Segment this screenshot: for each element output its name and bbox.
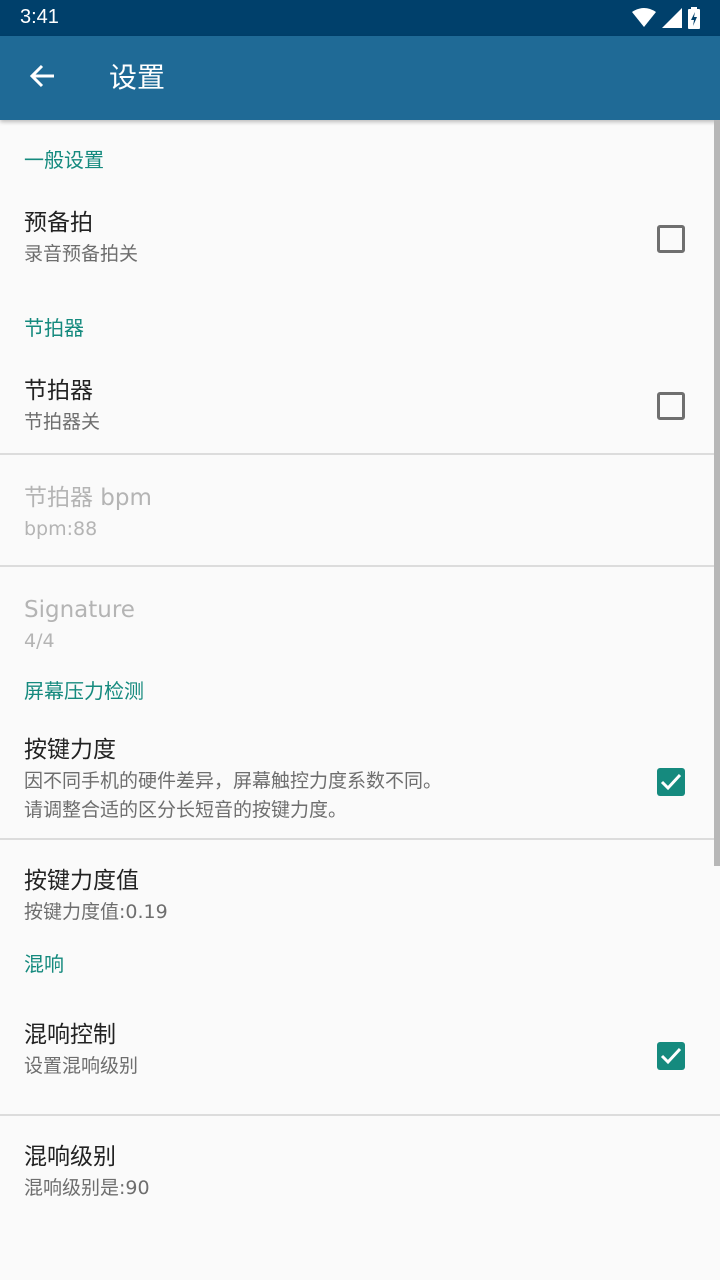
pref-reverb-control[interactable]: 混响控制 设置混响级别 (0, 990, 720, 1114)
pref-signature-summary: 4/4 (24, 630, 55, 652)
pref-reverb-level[interactable]: 混响级别 混响级别是:90 (0, 1116, 720, 1226)
arrow-left-icon (29, 63, 55, 93)
pref-bpm-title: 节拍器 bpm (24, 485, 152, 511)
app-bar: 设置 (0, 36, 720, 120)
pref-key-force-summary-line1: 因不同手机的硬件差异，屏幕触控力度系数不同。 (24, 770, 443, 792)
pref-bpm-summary: bpm:88 (24, 518, 98, 540)
countin-checkbox[interactable] (657, 225, 685, 253)
section-header-pressure: 屏幕压力检测 (24, 679, 144, 703)
pref-key-force[interactable]: 按键力度 因不同手机的硬件差异，屏幕触控力度系数不同。 请调整合适的区分长短音的… (0, 723, 720, 838)
pref-metronome-title: 节拍器 (24, 378, 93, 404)
reverb-control-checkbox[interactable] (657, 1042, 685, 1070)
section-header-reverb: 混响 (24, 952, 64, 976)
section-header-metronome: 节拍器 (24, 316, 84, 340)
pref-metronome[interactable]: 节拍器 节拍器关 (0, 368, 720, 453)
pref-metronome-summary: 节拍器关 (24, 411, 101, 433)
pref-key-force-value[interactable]: 按键力度值 按键力度值:0.19 (0, 840, 720, 950)
page-title: 设置 (109, 61, 166, 94)
pref-reverb-control-title: 混响控制 (24, 1022, 116, 1048)
key-force-checkbox[interactable] (657, 768, 685, 796)
scrollbar[interactable] (714, 120, 720, 866)
wifi-icon (632, 8, 656, 28)
pref-key-force-value-summary: 按键力度值:0.19 (24, 901, 168, 923)
section-header-general: 一般设置 (24, 148, 104, 172)
settings-list[interactable]: 一般设置 预备拍 录音预备拍关 节拍器 节拍器 节拍器关 节拍器 bpm bpm… (0, 120, 720, 1280)
pref-key-force-value-title: 按键力度值 (24, 868, 139, 894)
pref-signature-title: Signature (24, 597, 135, 623)
pref-metronome-bpm[interactable]: 节拍器 bpm bpm:88 (0, 455, 720, 565)
status-icons (632, 7, 700, 29)
pref-key-force-summary-line2: 请调整合适的区分长短音的按键力度。 (24, 799, 348, 821)
pref-countin-title: 预备拍 (24, 210, 93, 236)
pref-signature[interactable]: Signature 4/4 (0, 567, 720, 677)
metronome-checkbox[interactable] (657, 392, 685, 420)
pref-reverb-level-title: 混响级别 (24, 1144, 116, 1170)
pref-countin[interactable]: 预备拍 录音预备拍关 (0, 200, 720, 288)
cell-signal-icon (662, 8, 682, 28)
back-button[interactable] (22, 58, 62, 98)
battery-charging-icon (688, 7, 700, 29)
pref-reverb-level-summary: 混响级别是:90 (24, 1177, 150, 1199)
pref-reverb-control-summary: 设置混响级别 (24, 1055, 139, 1077)
pref-countin-summary: 录音预备拍关 (24, 243, 139, 265)
status-bar: 3:41 (0, 0, 720, 36)
pref-key-force-title: 按键力度 (24, 737, 116, 763)
status-time: 3:41 (20, 6, 59, 28)
